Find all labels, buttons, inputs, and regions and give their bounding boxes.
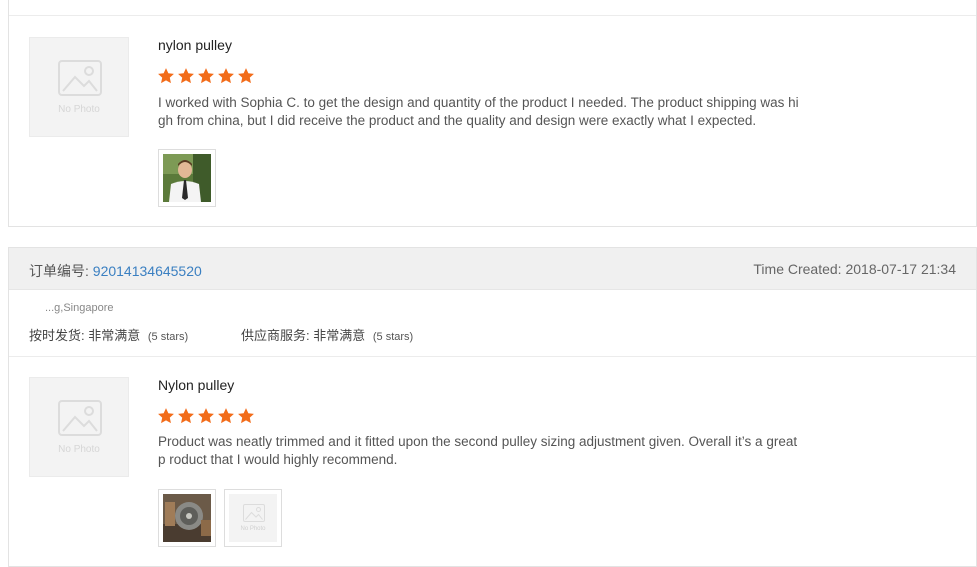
star-icon [158, 408, 174, 424]
no-photo-label: No Photo [58, 104, 100, 115]
review-photo[interactable]: No Photo [224, 489, 282, 547]
time-created: Time Created: 2018-07-17 21:34 [753, 261, 956, 277]
reviewer-photo-image [163, 154, 211, 202]
ontime-delivery-rating: 按时发货: 非常满意 (5 stars) [29, 325, 188, 344]
star-rating [157, 67, 255, 85]
star-icon [198, 68, 214, 84]
order-header: 订单编号: 92014134645520 Time Created: 2018-… [9, 248, 976, 290]
order-card: 订单编号: 92014134645520 Time Created: 2018-… [8, 247, 977, 567]
no-photo-thumbnail: No Photo [229, 494, 277, 542]
supplier-service-rating: 供应商服务: 非常满意 (5 stars) [241, 325, 413, 344]
image-placeholder-icon [58, 400, 102, 436]
star-icon [178, 68, 194, 84]
review-text: I worked with Sophia C. to get the desig… [158, 95, 799, 128]
no-photo-label: No Photo [58, 444, 100, 455]
supplier-service-stars: (5 stars) [372, 331, 414, 343]
star-icon [198, 408, 214, 424]
product-name[interactable]: nylon pulley [158, 37, 232, 53]
product-thumbnail[interactable]: No Photo [29, 377, 129, 477]
star-icon [178, 408, 194, 424]
image-placeholder-icon [243, 504, 265, 522]
ontime-delivery-stars: (5 stars) [147, 331, 189, 343]
review-photo[interactable] [158, 149, 216, 207]
star-rating [157, 407, 255, 425]
image-placeholder-icon [58, 60, 102, 96]
divider [9, 15, 976, 16]
review-card: No Photo nylon pulley I worked with Soph… [8, 0, 977, 227]
divider [9, 356, 976, 357]
product-thumbnail[interactable]: No Photo [29, 37, 129, 137]
pulley-photo-image [163, 494, 211, 542]
no-photo-label: No Photo [240, 526, 266, 532]
star-icon [218, 68, 234, 84]
buyer-location: ...g,Singapore [45, 302, 114, 314]
star-icon [158, 68, 174, 84]
ontime-delivery-label: 按时发货: 非常满意 [29, 328, 141, 343]
order-number: 订单编号: 92014134645520 [29, 261, 202, 281]
supplier-service-label: 供应商服务: 非常满意 [241, 328, 366, 343]
review-text: Product was neatly trimmed and it fitted… [158, 434, 798, 467]
product-name[interactable]: Nylon pulley [158, 377, 234, 393]
order-number-label: 订单编号: [29, 263, 89, 279]
review-photo[interactable] [158, 489, 216, 547]
order-number-link[interactable]: 92014134645520 [93, 263, 202, 279]
star-icon [218, 408, 234, 424]
star-icon [238, 408, 254, 424]
star-icon [238, 68, 254, 84]
